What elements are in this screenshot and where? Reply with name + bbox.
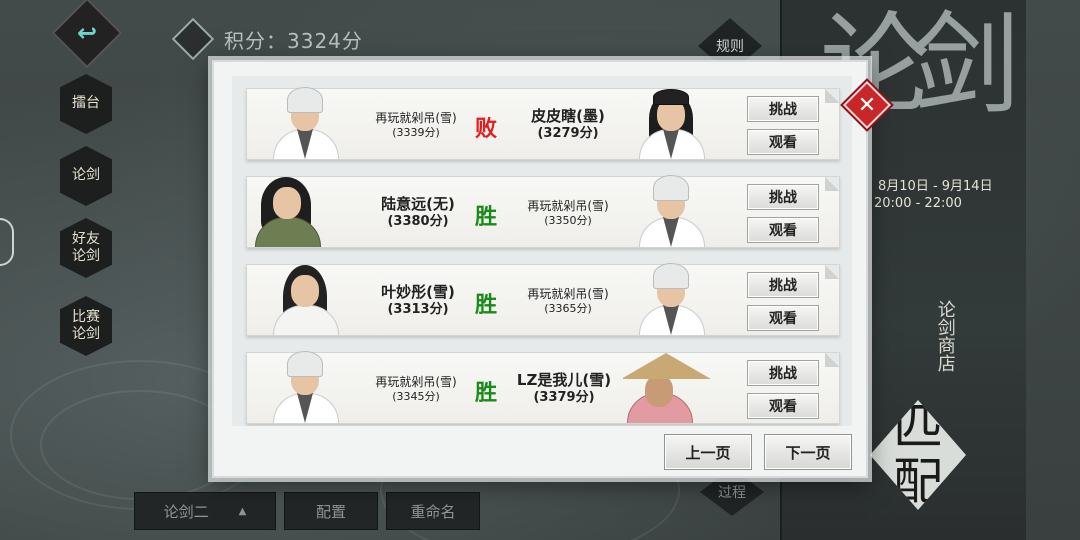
nav-item-label: 比赛 论剑 — [72, 308, 100, 343]
side-drawer-handle[interactable] — [0, 218, 14, 266]
match-list[interactable]: 再玩就剁吊(雪) (3339分) 败 皮皮瞎(墨) (3279分) 挑战 观看 … — [232, 76, 852, 426]
match-row: 陆意远(无) (3380分) 胜 再玩就剁吊(雪) (3350分) 挑战 观看 — [246, 175, 840, 248]
config-button[interactable]: 配置 — [284, 492, 378, 530]
player-name: LZ是我儿(雪) — [516, 371, 612, 389]
nav-item-label: 好友 论剑 — [72, 230, 100, 265]
player-score: (3339分) — [392, 126, 440, 139]
process-label: 过程 — [718, 485, 746, 501]
match-result: 胜 — [475, 293, 498, 318]
player-name: 再玩就剁吊(雪) — [375, 375, 457, 389]
player-name: 叶妙彤(雪) — [381, 283, 455, 301]
player-name: 再玩就剁吊(雪) — [375, 111, 457, 125]
event-date: 8月10日 - 9月14日 — [878, 179, 993, 194]
match-row: 再玩就剁吊(雪) (3339分) 败 皮皮瞎(墨) (3279分) 挑战 观看 — [246, 87, 840, 160]
rules-label: 规则 — [716, 39, 744, 55]
rename-label: 重命名 — [410, 502, 456, 521]
match-result: 败 — [475, 117, 498, 142]
player-score: (3380分) — [387, 213, 449, 229]
player-score: (3279分) — [537, 125, 599, 141]
player-score: (3345分) — [392, 390, 440, 403]
prev-page-button[interactable]: 上一页 — [664, 434, 752, 470]
challenge-button[interactable]: 挑战 — [747, 360, 819, 386]
left-player: 再玩就剁吊(雪) (3339分) — [363, 111, 469, 140]
watch-button[interactable]: 观看 — [747, 217, 819, 243]
match-row: 再玩就剁吊(雪) (3345分) 胜 LZ是我儿(雪) (3379分) 挑战 观… — [246, 351, 840, 424]
close-icon: ✕ — [857, 92, 877, 118]
right-player: 再玩就剁吊(雪) (3365分) — [513, 287, 623, 316]
challenge-button[interactable]: 挑战 — [747, 96, 819, 122]
match-result: 胜 — [475, 381, 498, 406]
next-page-button[interactable]: 下一页 — [764, 434, 852, 470]
wave-decoration — [40, 390, 240, 500]
nav-item-label: 擂台 — [72, 95, 100, 112]
caret-up-icon: ▲ — [238, 505, 247, 517]
rename-button[interactable]: 重命名 — [386, 492, 480, 530]
player-avatar — [269, 87, 343, 159]
score-label: 积分：3324分 — [224, 29, 363, 53]
config-label: 配置 — [315, 502, 346, 521]
player-name: 陆意远(无) — [381, 195, 455, 213]
shop-button[interactable]: 论剑商店 — [935, 300, 956, 372]
watch-button[interactable]: 观看 — [747, 305, 819, 331]
opponent-avatar — [623, 351, 717, 423]
player-avatar — [251, 175, 325, 247]
match-row: 叶妙彤(雪) (3313分) 胜 再玩就剁吊(雪) (3365分) 挑战 观看 — [246, 263, 840, 336]
opponent-avatar — [635, 175, 709, 247]
match-result: 胜 — [475, 205, 498, 230]
mode-select[interactable]: 论剑二 ▲ — [134, 492, 276, 530]
player-score: (3313分) — [387, 301, 449, 317]
left-player: 叶妙彤(雪) (3313分) — [365, 283, 471, 318]
right-player: 皮皮瞎(墨) (3279分) — [513, 107, 623, 142]
player-avatar — [269, 351, 343, 423]
back-arrow-icon: ↩ — [76, 19, 98, 47]
player-score: (3350分) — [544, 214, 592, 227]
watch-button[interactable]: 观看 — [747, 129, 819, 155]
left-player: 再玩就剁吊(雪) (3345分) — [363, 375, 469, 404]
player-avatar — [269, 263, 343, 335]
right-player: 再玩就剁吊(雪) (3350分) — [513, 199, 623, 228]
nav-item-label: 论剑 — [72, 167, 100, 184]
challenge-button[interactable]: 挑战 — [747, 272, 819, 298]
player-name: 再玩就剁吊(雪) — [527, 199, 609, 213]
watch-button[interactable]: 观看 — [747, 393, 819, 419]
challenge-button[interactable]: 挑战 — [747, 184, 819, 210]
mode-label: 论剑二 — [163, 502, 209, 521]
event-time: 20:00 - 22:00 — [874, 196, 962, 211]
player-score: (3365分) — [544, 302, 592, 315]
opponent-avatar — [635, 87, 709, 159]
left-player: 陆意远(无) (3380分) — [365, 195, 471, 230]
match-history-dialog: 再玩就剁吊(雪) (3339分) 败 皮皮瞎(墨) (3279分) 挑战 观看 … — [212, 60, 868, 478]
player-name: 皮皮瞎(墨) — [531, 107, 605, 125]
player-name: 再玩就剁吊(雪) — [527, 287, 609, 301]
opponent-avatar — [635, 263, 709, 335]
player-score: (3379分) — [533, 389, 595, 405]
right-player: LZ是我儿(雪) (3379分) — [509, 371, 619, 406]
